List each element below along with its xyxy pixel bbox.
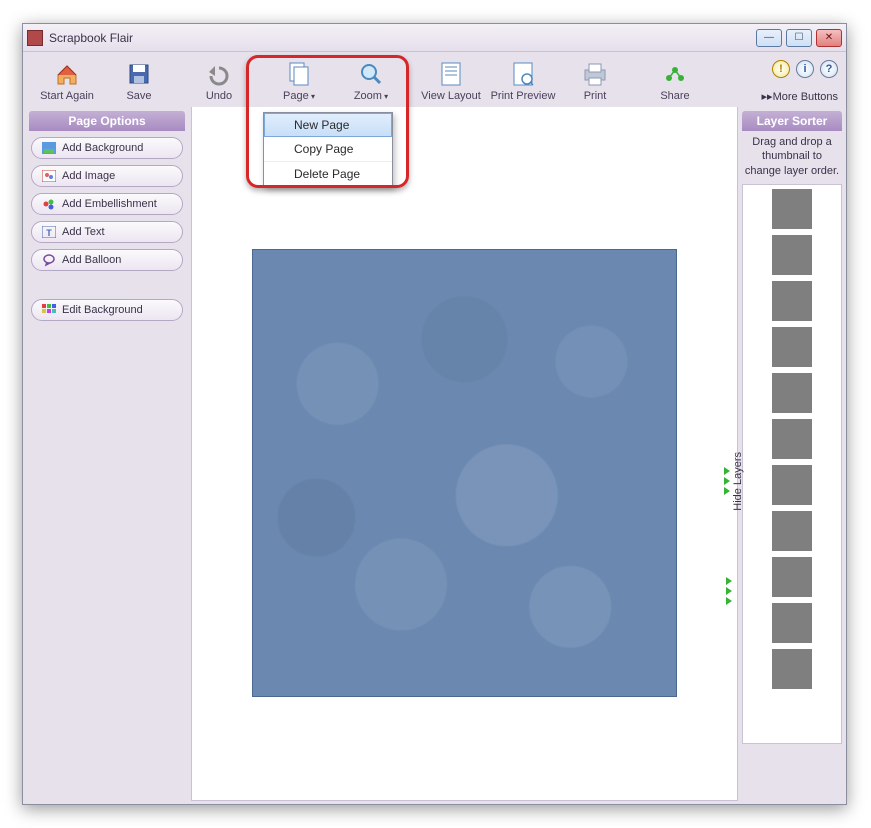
canvas-area [191,107,738,801]
info-icon[interactable]: i [796,60,814,78]
save-icon [125,60,153,88]
maximize-button[interactable]: ☐ [786,29,812,47]
scrapbook-canvas[interactable] [252,249,677,697]
save-button[interactable]: Save [103,60,175,102]
layer-thumbnail[interactable] [772,603,812,643]
add-text-button[interactable]: T Add Text [31,221,183,243]
add-balloon-button[interactable]: Add Balloon [31,249,183,271]
layer-thumbnail[interactable] [772,557,812,597]
edit-background-button[interactable]: Edit Background [31,299,183,321]
expand-arrows-icon [724,467,730,495]
titlebar: Scrapbook Flair — ☐ ✕ [23,24,846,52]
share-button[interactable]: Share [639,60,711,102]
menu-item-copy-page[interactable]: Copy Page [264,137,392,162]
sidebar-left: Page Options Add Background Add Image Ad… [23,107,191,801]
menu-item-new-page[interactable]: New Page [264,113,392,137]
start-again-button[interactable]: Start Again [31,60,103,102]
view-layout-label: View Layout [421,90,481,102]
page-dropdown-menu: New Page Copy Page Delete Page [263,112,393,187]
edit-background-label: Edit Background [62,304,143,316]
main-area: Page Options Add Background Add Image Ad… [23,107,846,801]
add-background-label: Add Background [62,142,143,154]
minimize-button[interactable]: — [756,29,782,47]
share-icon [661,60,689,88]
balloon-icon [42,253,56,267]
start-again-label: Start Again [40,90,94,102]
layer-thumbnail[interactable] [772,419,812,459]
text-icon: T [42,225,56,239]
add-balloon-label: Add Balloon [62,254,121,266]
background-icon [42,141,56,155]
add-image-button[interactable]: Add Image [31,165,183,187]
menu-item-delete-page[interactable]: Delete Page [264,162,392,186]
add-background-button[interactable]: Add Background [31,137,183,159]
layer-thumbnail[interactable] [772,235,812,275]
layer-thumbnails [742,184,842,744]
zoom-icon [357,60,385,88]
print-icon [581,60,609,88]
expand-arrows-icon [726,577,732,605]
window-controls: — ☐ ✕ [756,29,842,47]
more-buttons-link[interactable]: ▸▸More Buttons [762,90,838,103]
zoom-label: Zoom ▾ [354,90,388,102]
save-label: Save [126,90,151,102]
embellishment-icon [42,197,56,211]
toolbar: Start Again Save Undo Page ▾ Zoom [23,52,846,107]
home-icon [53,60,81,88]
zoom-button[interactable]: Zoom ▾ [335,60,407,102]
page-label: Page ▾ [283,90,315,102]
hide-layers-toggle[interactable]: Hide Layers [724,452,744,511]
view-layout-icon [437,60,465,88]
close-button[interactable]: ✕ [816,29,842,47]
undo-icon [205,60,233,88]
add-text-label: Add Text [62,226,105,238]
sidebar-right: Layer Sorter Drag and drop a thumbnail t… [738,107,846,801]
layer-sorter-hint: Drag and drop a thumbnail to change laye… [742,131,842,184]
view-layout-button[interactable]: View Layout [415,60,487,102]
app-icon [27,30,43,46]
layer-thumbnail[interactable] [772,327,812,367]
layer-thumbnail[interactable] [772,465,812,505]
page-options-header: Page Options [29,111,185,131]
add-embellishment-button[interactable]: Add Embellishment [31,193,183,215]
app-window: Scrapbook Flair — ☐ ✕ Start Again Save U… [22,23,847,805]
page-button[interactable]: Page ▾ [263,60,335,102]
layer-thumbnail[interactable] [772,373,812,413]
layer-sorter-header: Layer Sorter [742,111,842,131]
layer-thumbnail[interactable] [772,189,812,229]
hide-layers-label: Hide Layers [732,452,744,511]
undo-label: Undo [206,90,232,102]
image-icon [42,169,56,183]
add-image-label: Add Image [62,170,115,182]
add-embellishment-label: Add Embellishment [62,198,157,210]
undo-button[interactable]: Undo [183,60,255,102]
print-preview-label: Print Preview [491,90,556,102]
help-icon[interactable]: ? [820,60,838,78]
print-preview-button[interactable]: Print Preview [487,60,559,102]
layer-thumbnail[interactable] [772,281,812,321]
warning-icon[interactable]: ! [772,60,790,78]
page-icon [285,60,313,88]
print-label: Print [584,90,607,102]
print-preview-icon [509,60,537,88]
window-title: Scrapbook Flair [49,31,756,45]
edit-bg-icon [42,303,56,317]
print-button[interactable]: Print [559,60,631,102]
svg-text:T: T [46,228,52,238]
share-label: Share [660,90,689,102]
toolbar-right: ! i ? ▸▸More Buttons [762,60,838,103]
layer-thumbnail[interactable] [772,649,812,689]
layer-thumbnail[interactable] [772,511,812,551]
